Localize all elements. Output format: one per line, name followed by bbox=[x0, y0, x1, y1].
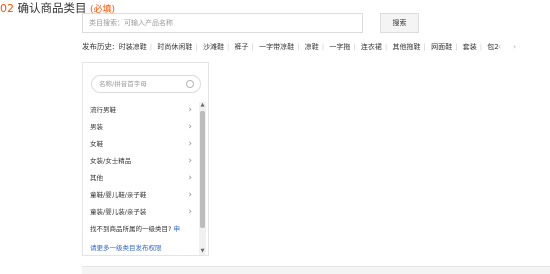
history-separator: | bbox=[479, 43, 483, 51]
history-separator: | bbox=[384, 43, 388, 51]
publish-history: 发布历史: 时装凉鞋 | 时尚休闲鞋 | 沙滩鞋 | 裤子 | 一字带凉鞋 | 凉鞋 | 一… bbox=[82, 41, 522, 53]
history-label: 发布历史: bbox=[82, 42, 115, 51]
history-item[interactable]: 网面鞋 bbox=[429, 43, 454, 51]
category-label: 其他 bbox=[90, 174, 103, 182]
scroll-thumb[interactable] bbox=[200, 111, 205, 228]
history-separator: | bbox=[423, 43, 426, 51]
history-item[interactable]: 一字拖 bbox=[327, 43, 352, 51]
history-item[interactable]: 连衣裙 bbox=[359, 43, 384, 51]
category-item[interactable]: 男装 › bbox=[83, 119, 198, 136]
scroll-up-arrow-icon[interactable]: ▲ bbox=[199, 102, 206, 109]
category-filter-input[interactable]: 名称/拼音首字母 bbox=[91, 75, 201, 93]
history-separator: | bbox=[226, 43, 230, 51]
history-item[interactable]: 一字带凉鞋 bbox=[257, 43, 296, 51]
history-separator: | bbox=[353, 43, 356, 51]
next-level-panel bbox=[82, 266, 550, 274]
category-label: 流行男鞋 bbox=[90, 106, 116, 114]
history-item[interactable]: 时装凉鞋 bbox=[117, 43, 149, 51]
history-item[interactable]: 沙滩鞋 bbox=[201, 43, 226, 51]
category-item[interactable]: 童鞋/婴儿鞋/亲子鞋 › bbox=[83, 187, 198, 204]
category-list: 流行男鞋 › 男装 › 女鞋 › 女装/女士精品 › 其他 › 童鞋/婴儿鞋/亲… bbox=[83, 102, 198, 221]
page-title: 确认商品类目 bbox=[17, 1, 87, 15]
apply-permission-link[interactable]: 请更多一级类目发布权限 bbox=[90, 242, 162, 252]
chevron-right-icon[interactable]: › bbox=[513, 41, 516, 53]
history-separator: | bbox=[195, 43, 198, 51]
scroll-down-arrow-icon[interactable]: ▼ bbox=[199, 248, 206, 255]
apply-link-start[interactable]: 申 bbox=[174, 225, 181, 233]
history-separator: | bbox=[297, 43, 300, 51]
search-icon bbox=[186, 80, 194, 88]
history-item[interactable]: 套装 bbox=[461, 43, 479, 51]
chevron-right-icon: › bbox=[188, 207, 192, 217]
category-label: 童装/婴儿装/亲子装 bbox=[90, 208, 147, 216]
filter-placeholder: 名称/拼音首字母 bbox=[99, 80, 147, 88]
chevron-right-icon: › bbox=[188, 173, 192, 183]
category-label: 男装 bbox=[90, 123, 103, 131]
history-item[interactable]: 凉鞋 bbox=[303, 43, 321, 51]
history-separator: | bbox=[251, 43, 254, 51]
category-item[interactable]: 流行男鞋 › bbox=[83, 102, 198, 119]
category-label: 女鞋 bbox=[90, 140, 103, 148]
category-scrollbar[interactable]: ▲ ▼ bbox=[199, 102, 206, 255]
chevron-left-icon[interactable]: ‹ bbox=[498, 41, 501, 53]
search-button[interactable]: 搜索 bbox=[380, 13, 419, 33]
category-item[interactable]: 女装/女士精品 › bbox=[83, 153, 198, 170]
chevron-right-icon: › bbox=[188, 190, 192, 200]
history-separator: | bbox=[455, 43, 458, 51]
chevron-right-icon: › bbox=[188, 139, 192, 149]
history-item[interactable]: 其他拖鞋 bbox=[391, 43, 423, 51]
chevron-right-icon: › bbox=[188, 105, 192, 115]
category-item[interactable]: 其他 › bbox=[83, 170, 198, 187]
chevron-right-icon: › bbox=[188, 122, 192, 132]
not-found-text: 找不到商品所属的一级类目? bbox=[90, 225, 172, 233]
step-number: 02 bbox=[0, 2, 14, 15]
history-separator: | bbox=[321, 43, 325, 51]
category-label: 女装/女士精品 bbox=[90, 157, 132, 165]
history-item[interactable]: 裤子 bbox=[233, 43, 251, 51]
category-item[interactable]: 童装/婴儿装/亲子装 › bbox=[83, 204, 198, 221]
category-search-input[interactable]: 类目搜索：可输入产品名称 bbox=[82, 13, 363, 33]
history-separator: | bbox=[149, 43, 153, 51]
history-item[interactable]: 时尚休闲鞋 bbox=[155, 43, 194, 51]
category-panel: 名称/拼音首字母 流行男鞋 › 男装 › 女鞋 › 女装/女士精品 › 其他 ›… bbox=[82, 62, 209, 256]
category-label: 童鞋/婴儿鞋/亲子鞋 bbox=[90, 191, 147, 199]
category-item[interactable]: 女鞋 › bbox=[83, 136, 198, 153]
not-found-note: 找不到商品所属的一级类目? 申 bbox=[90, 223, 180, 233]
chevron-right-icon: › bbox=[188, 156, 192, 166]
